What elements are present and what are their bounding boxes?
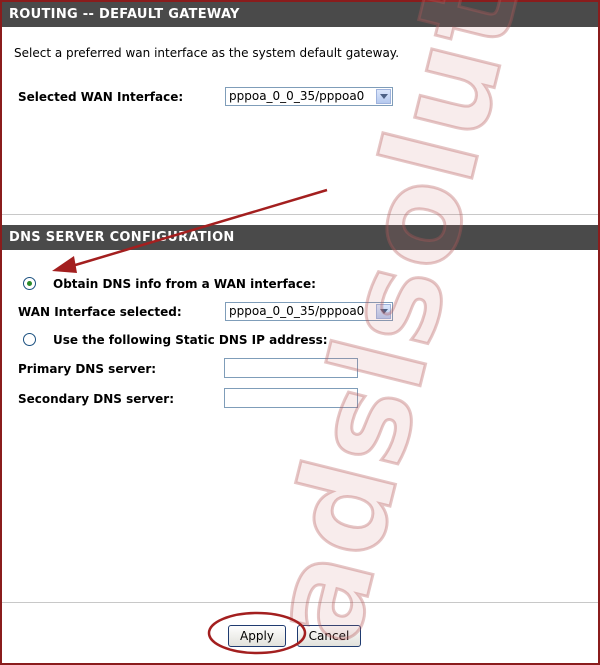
annotation-arrowhead: [52, 256, 77, 273]
annotation-ellipse: [207, 611, 307, 655]
annotation-overlay: [52, 188, 328, 655]
annotation-arrow-line: [71, 188, 328, 268]
